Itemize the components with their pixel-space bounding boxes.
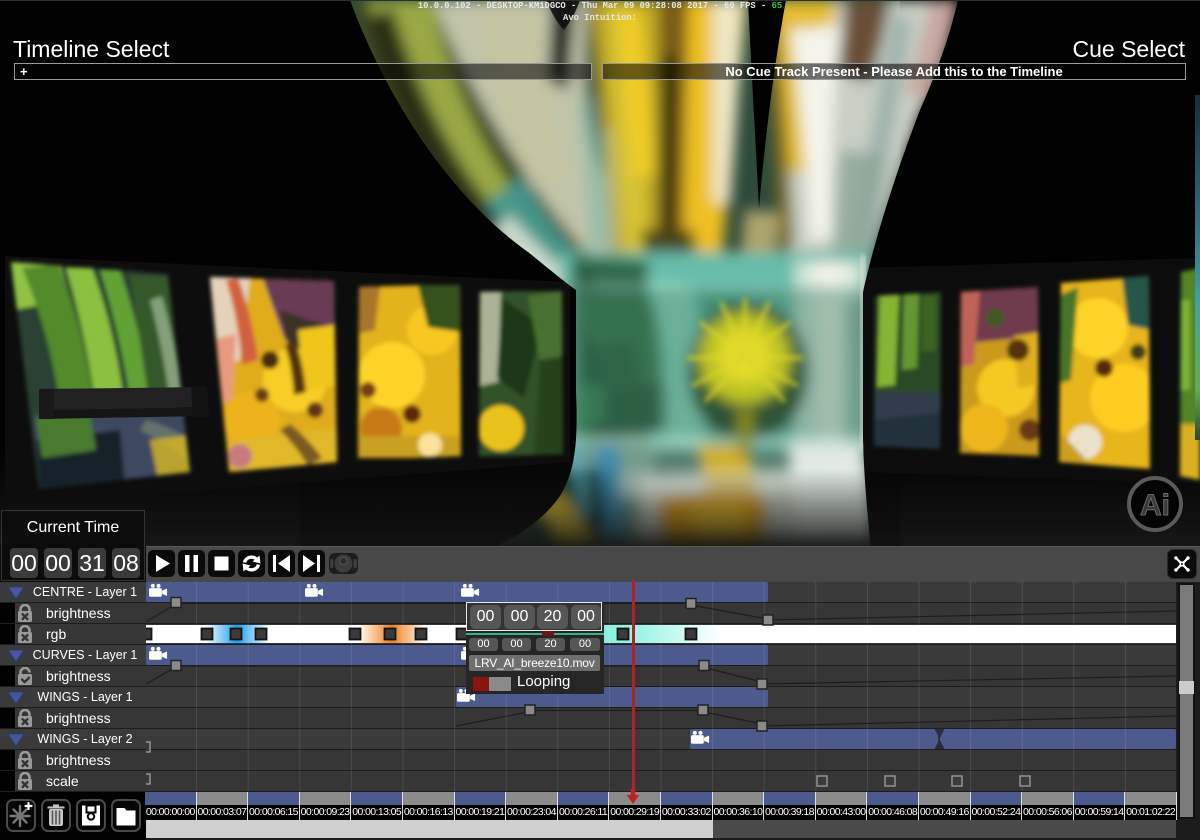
svg-text:Ai: Ai bbox=[1140, 489, 1170, 522]
